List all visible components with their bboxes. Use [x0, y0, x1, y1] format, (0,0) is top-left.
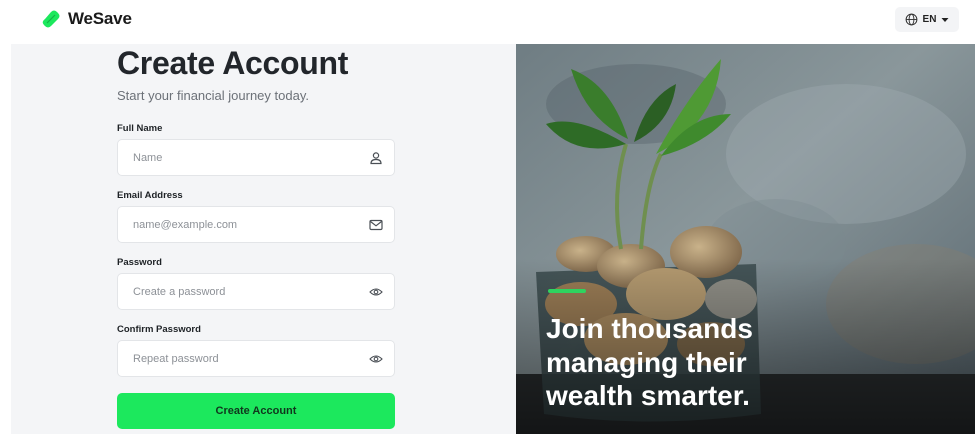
hero-line-1: Join thousands: [546, 313, 753, 344]
confirm-password-field[interactable]: [117, 340, 395, 377]
signup-panel: Create Account Start your financial jour…: [11, 44, 516, 434]
page-title: Create Account: [117, 45, 349, 81]
password-field[interactable]: [117, 273, 395, 310]
brand-name: WeSave: [68, 9, 132, 28]
mail-icon: [369, 219, 383, 231]
full-name-label: Full Name: [117, 123, 163, 134]
password-label: Password: [117, 257, 162, 268]
hero-line-3: wealth smarter.: [546, 380, 750, 412]
caret-down-icon: [941, 17, 949, 22]
user-icon: [370, 152, 382, 165]
globe-icon: [905, 13, 917, 26]
language-selector[interactable]: EN: [895, 7, 959, 32]
eye-icon[interactable]: [369, 352, 383, 366]
top-header: WeSave EN: [0, 0, 977, 44]
eye-icon[interactable]: [369, 285, 383, 299]
email-field[interactable]: [117, 206, 395, 243]
hero-headline: Join thousands managing their wealth sma…: [546, 312, 946, 413]
hero-accent-bar: [548, 289, 586, 293]
page-subtitle: Start your financial journey today.: [117, 88, 309, 103]
leaf-logo-icon: [42, 10, 60, 28]
full-name-input[interactable]: [118, 140, 348, 175]
create-account-button[interactable]: Create Account: [117, 393, 395, 429]
email-input[interactable]: [118, 207, 348, 242]
hero-image-panel: Join thousands managing their wealth sma…: [516, 44, 975, 434]
brand-logo[interactable]: WeSave: [42, 9, 132, 29]
confirm-password-input[interactable]: [118, 341, 348, 376]
signup-form: Create Account Start your financial jour…: [117, 44, 395, 429]
confirm-password-label: Confirm Password: [117, 324, 201, 335]
full-name-field[interactable]: [117, 139, 395, 176]
email-label: Email Address: [117, 190, 183, 201]
password-input[interactable]: [118, 274, 348, 309]
hero-line-2: managing their: [546, 346, 747, 378]
language-label: EN: [922, 14, 937, 25]
